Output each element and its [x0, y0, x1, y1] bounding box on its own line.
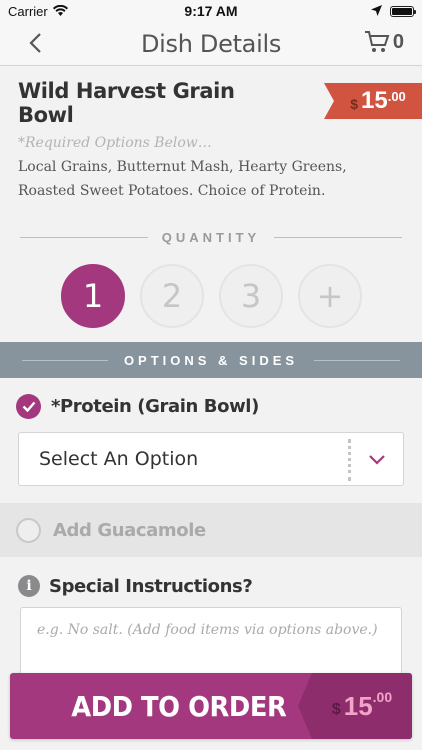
location-arrow-icon — [371, 4, 382, 19]
order-price-whole: 15 — [343, 690, 373, 721]
quantity-more-button[interactable]: + — [298, 264, 362, 328]
dish-description: Local Grains, Butternut Mash, Hearty Gre… — [18, 159, 347, 199]
page-title: Dish Details — [140, 29, 282, 58]
order-price-currency: $ — [331, 701, 341, 718]
chevron-left-icon — [29, 33, 41, 53]
protein-option: *Protein (Grain Bowl) — [16, 394, 259, 419]
quantity-option-2[interactable]: 2 — [140, 264, 204, 328]
divider — [274, 237, 403, 238]
protein-label: *Protein (Grain Bowl) — [51, 396, 259, 417]
protein-checkbox[interactable] — [16, 394, 41, 419]
options-header: OPTIONS & SIDES — [0, 342, 422, 378]
back-button[interactable] — [22, 30, 48, 56]
special-instructions-header: i Special Instructions? — [18, 575, 253, 597]
nav-bar: Dish Details 0 — [0, 22, 422, 66]
order-price: $ 15 .00 — [298, 673, 412, 739]
status-bar: Carrier 9:17 AM — [0, 0, 422, 22]
options-label: OPTIONS & SIDES — [123, 352, 299, 368]
divider — [20, 237, 148, 238]
battery-icon — [390, 5, 416, 17]
quantity-label: QUANTITY — [161, 230, 261, 245]
price-tag: $ 15 .00 — [324, 83, 422, 119]
wifi-icon — [52, 4, 68, 19]
cart-icon — [364, 31, 390, 52]
required-note: *Required Options Below… — [18, 135, 212, 151]
divider — [314, 359, 401, 361]
cart-button[interactable]: 0 — [364, 30, 404, 54]
guacamole-option[interactable]: Add Guacamole — [0, 503, 422, 557]
carrier-label: Carrier — [8, 3, 48, 19]
special-instructions-label: Special Instructions? — [49, 575, 253, 597]
select-separator — [348, 439, 351, 481]
price-cents: .00 — [387, 89, 406, 104]
protein-select[interactable]: Select An Option — [18, 432, 404, 486]
cart-count: 0 — [392, 30, 404, 53]
quantity-selector: 1 2 3 + — [61, 264, 362, 328]
chevron-down-icon — [369, 455, 385, 465]
info-icon: i — [18, 575, 40, 597]
quantity-option-3[interactable]: 3 — [219, 264, 283, 328]
price-whole: 15 — [361, 87, 388, 114]
quantity-header: QUANTITY — [20, 230, 403, 245]
add-to-order-button[interactable]: ADD TO ORDER $ 15 .00 — [10, 673, 412, 739]
quantity-option-1[interactable]: 1 — [61, 264, 125, 328]
divider — [22, 359, 108, 361]
order-price-cents: .00 — [372, 689, 393, 705]
guacamole-checkbox[interactable] — [16, 517, 41, 543]
price-currency: $ — [350, 95, 358, 112]
checkmark-icon — [22, 401, 35, 412]
guacamole-label: Add Guacamole — [53, 519, 206, 541]
protein-select-value: Select An Option — [39, 448, 199, 470]
dish-name: Wild Harvest Grain Bowl — [18, 79, 235, 127]
